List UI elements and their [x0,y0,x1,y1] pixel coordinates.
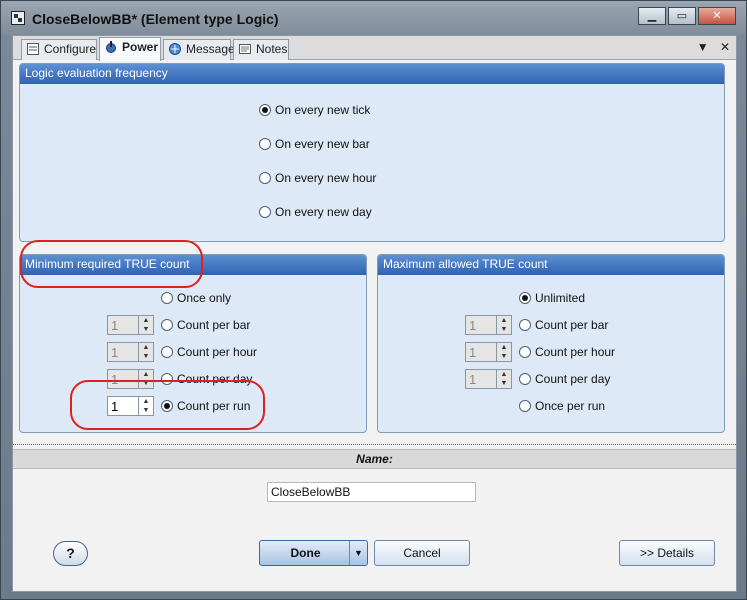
tab-notes[interactable]: Notes [233,39,289,60]
message-icon [169,43,181,55]
radio-tick[interactable] [259,104,271,116]
frequency-panel: Logic evaluation frequency On every new … [19,63,725,242]
details-button[interactable]: >> Details [619,540,715,566]
radio-max-day[interactable] [519,373,531,385]
max-bar-spinner[interactable]: 1 ▲ ▼ [465,315,512,335]
splitter-handle[interactable] [13,444,736,448]
max-count-per-hour[interactable]: Count per hour [519,345,615,361]
cancel-button[interactable]: Cancel [374,540,470,566]
radio-min-bar[interactable] [161,319,173,331]
tab-dropdown-icon[interactable]: ▼ [697,40,709,54]
power-icon [106,41,116,53]
tab-close-icon[interactable]: ✕ [720,40,730,54]
max-unlimited[interactable]: Unlimited [519,291,585,307]
close-window-button[interactable]: ✕ [698,7,736,25]
min-hour-spinner[interactable]: 1 ▲ ▼ [107,342,154,362]
radio-day[interactable] [259,206,271,218]
tab-strip: Configure Power Message Notes ▼ ✕ [13,36,736,61]
name-bar: Name: [13,449,736,469]
radio-min-once[interactable] [161,292,173,304]
max-once-per-run[interactable]: Once per run [519,399,605,415]
tab-power[interactable]: Power [99,37,161,61]
max-count-per-bar[interactable]: Count per bar [519,318,608,334]
spin-up-icon[interactable]: ▲ [497,343,511,352]
radio-max-once-run[interactable] [519,400,531,412]
done-button[interactable]: Done ▼ [259,540,368,566]
radio-bar[interactable] [259,138,271,150]
spin-down-icon[interactable]: ▼ [139,325,153,334]
freq-option-tick[interactable]: On every new tick [259,103,370,119]
spin-up-icon[interactable]: ▲ [139,316,153,325]
app-icon [11,11,25,25]
max-hour-spinner[interactable]: 1 ▲ ▼ [465,342,512,362]
max-count-per-day[interactable]: Count per day [519,372,610,388]
spin-down-icon[interactable]: ▼ [497,325,511,334]
min-bar-spinner[interactable]: 1 ▲ ▼ [107,315,154,335]
radio-max-bar[interactable] [519,319,531,331]
frequency-panel-header: Logic evaluation frequency [20,64,724,84]
configure-icon [27,43,39,55]
freq-option-day[interactable]: On every new day [259,205,372,221]
spin-down-icon[interactable]: ▼ [139,352,153,361]
notes-icon [239,44,251,54]
spin-up-icon[interactable]: ▲ [139,370,153,379]
spin-up-icon[interactable]: ▲ [497,316,511,325]
dialog-window: CloseBelowBB* (Element type Logic) ▁ ▭ ✕… [0,0,747,600]
title-bar[interactable]: CloseBelowBB* (Element type Logic) ▁ ▭ ✕ [1,1,746,35]
spin-down-icon[interactable]: ▼ [497,352,511,361]
window-title: CloseBelowBB* (Element type Logic) [32,11,279,27]
min-count-per-bar[interactable]: Count per bar [161,318,250,334]
min-count-per-hour[interactable]: Count per hour [161,345,257,361]
minimize-button[interactable]: ▁ [638,7,666,25]
freq-option-bar[interactable]: On every new bar [259,137,370,153]
min-once-only[interactable]: Once only [161,291,231,307]
radio-min-hour[interactable] [161,346,173,358]
spin-down-icon[interactable]: ▼ [497,379,511,388]
spin-up-icon[interactable]: ▲ [139,343,153,352]
annotation-oval-count-per-run [70,380,265,430]
radio-max-unlimited[interactable] [519,292,531,304]
spin-up-icon[interactable]: ▲ [497,370,511,379]
help-button[interactable]: ? [53,541,88,566]
name-field[interactable]: CloseBelowBB [267,482,476,502]
tab-configure[interactable]: Configure [21,39,97,60]
freq-option-hour[interactable]: On every new hour [259,171,376,187]
max-count-panel: Maximum allowed TRUE count Unlimited 1 ▲… [377,254,725,433]
radio-hour[interactable] [259,172,271,184]
max-count-header: Maximum allowed TRUE count [378,255,724,275]
radio-max-hour[interactable] [519,346,531,358]
annotation-oval-header [20,240,203,288]
tab-message[interactable]: Message [163,39,235,60]
maximize-button[interactable]: ▭ [668,7,696,25]
done-dropdown-icon[interactable]: ▼ [349,541,367,565]
max-day-spinner[interactable]: 1 ▲ ▼ [465,369,512,389]
dialog-client: Configure Power Message Notes ▼ ✕ Logic … [12,35,737,592]
